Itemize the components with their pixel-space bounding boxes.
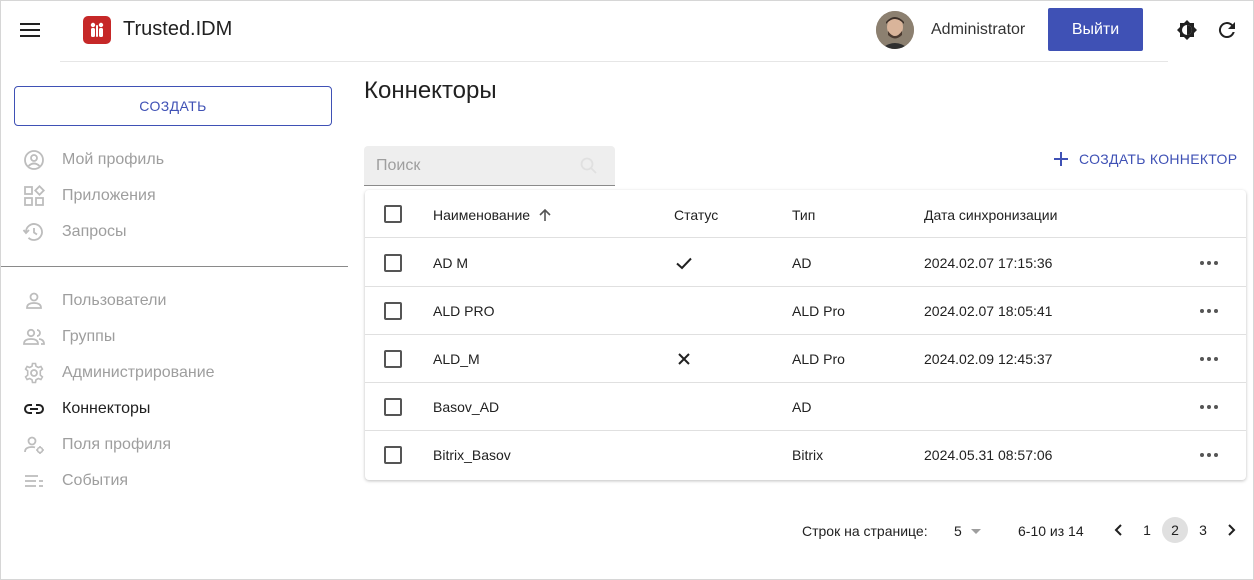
connector-sync-date: 2024.02.07 17:15:36 <box>924 255 1053 271</box>
more-icon[interactable] <box>1197 253 1221 273</box>
sidebar-divider <box>1 266 348 267</box>
avatar[interactable] <box>876 11 914 49</box>
connector-sync-date: 2024.02.07 18:05:41 <box>924 303 1053 319</box>
table-row[interactable]: Bitrix_Basov Bitrix 2024.05.31 08:57:06 <box>365 431 1246 479</box>
connector-name: Basov_AD <box>433 399 500 415</box>
logout-button[interactable]: Выйти <box>1048 8 1143 51</box>
connector-sync-date: 2024.05.31 08:57:06 <box>924 447 1053 463</box>
sidebar-item-label: Приложения <box>62 187 156 204</box>
sidebar-item-groups[interactable]: Группы <box>0 319 348 355</box>
select-all-checkbox[interactable] <box>384 205 402 223</box>
connector-type: AD <box>792 399 812 415</box>
more-icon[interactable] <box>1197 349 1221 369</box>
user-name: Administrator <box>931 21 1026 38</box>
sidebar-item-label: Мой профиль <box>62 151 165 168</box>
connector-name: Bitrix_Basov <box>433 447 511 463</box>
search-field[interactable] <box>364 146 615 186</box>
sidebar-item-users[interactable]: Пользователи <box>0 283 348 319</box>
rows-per-page-label: Строк на странице: <box>802 523 928 539</box>
more-icon[interactable] <box>1197 301 1221 321</box>
account-circle-icon <box>22 148 46 172</box>
page-title: Коннекторы <box>364 77 497 104</box>
refresh-icon[interactable] <box>1215 18 1239 42</box>
link-icon <box>22 397 46 421</box>
row-checkbox[interactable] <box>384 350 402 368</box>
connector-type: Bitrix <box>792 447 824 463</box>
row-checkbox[interactable] <box>384 398 402 416</box>
table-header-row: Наименование Статус Тип Дата синхронизац… <box>365 190 1246 238</box>
next-page-icon[interactable] <box>1218 517 1244 543</box>
connector-sync-date: 2024.02.09 12:45:37 <box>924 351 1053 367</box>
sidebar-item-applications[interactable]: Приложения <box>0 178 348 214</box>
arrow-up-icon[interactable] <box>537 207 553 223</box>
table-row[interactable]: Basov_AD AD <box>365 383 1246 431</box>
sidebar-item-administration[interactable]: Администрирование <box>0 355 348 391</box>
sidebar-item-label: Запросы <box>62 223 127 240</box>
apps-icon <box>22 184 46 208</box>
connector-type: AD <box>792 255 812 271</box>
theme-toggle-icon[interactable] <box>1175 18 1199 42</box>
person-settings-icon <box>22 433 46 457</box>
app-title: Trusted.IDM <box>123 18 233 40</box>
page-range: 6-10 из 14 <box>1018 523 1084 539</box>
plus-icon <box>1054 152 1068 166</box>
table-row[interactable]: ALD_M ALD Pro 2024.02.09 12:45:37 <box>365 335 1246 383</box>
row-checkbox[interactable] <box>384 446 402 464</box>
prev-page-icon[interactable] <box>1106 517 1132 543</box>
rows-per-page-select[interactable]: 5 <box>946 516 986 546</box>
sidebar-item-label: Группы <box>62 328 116 345</box>
connector-name: ALD PRO <box>433 303 495 319</box>
sidebar-item-label: Коннекторы <box>62 400 151 417</box>
column-header-name[interactable]: Наименование <box>433 207 530 223</box>
dropdown-arrow-icon <box>968 523 984 539</box>
table-row[interactable]: AD M AD 2024.02.07 17:15:36 <box>365 239 1246 287</box>
app-header: Trusted.IDM Administrator Выйти <box>0 0 1254 62</box>
event-list-icon <box>22 469 46 493</box>
create-connector-button[interactable]: СОЗДАТЬ КОННЕКТОР <box>1052 148 1237 170</box>
search-input[interactable] <box>364 146 574 185</box>
row-checkbox[interactable] <box>384 254 402 272</box>
history-icon <box>22 220 46 244</box>
column-header-status[interactable]: Статус <box>674 207 718 223</box>
search-icon[interactable] <box>579 156 599 176</box>
people-icon <box>22 325 46 349</box>
connector-type: ALD Pro <box>792 303 845 319</box>
gear-icon <box>22 361 46 385</box>
menu-icon[interactable] <box>18 18 42 42</box>
connector-type: ALD Pro <box>792 351 845 367</box>
table-row[interactable]: ALD PRO ALD Pro 2024.02.07 18:05:41 <box>365 287 1246 335</box>
sidebar-item-label: События <box>62 472 129 489</box>
page-button-1[interactable]: 1 <box>1134 517 1160 543</box>
person-icon <box>22 289 46 313</box>
sidebar-item-profile-fields[interactable]: Поля профиля <box>0 427 348 463</box>
create-connector-label: СОЗДАТЬ КОННЕКТОР <box>1079 151 1238 167</box>
sidebar-item-events[interactable]: События <box>0 463 348 499</box>
column-header-sync-date[interactable]: Дата синхронизации <box>924 207 1057 223</box>
create-button[interactable]: СОЗДАТЬ <box>14 86 332 126</box>
connectors-table: Наименование Статус Тип Дата синхронизац… <box>365 190 1246 480</box>
row-checkbox[interactable] <box>384 302 402 320</box>
sidebar-item-label: Поля профиля <box>62 436 172 453</box>
app-logo[interactable] <box>83 16 111 44</box>
check-icon <box>674 253 694 273</box>
more-icon[interactable] <box>1197 397 1221 417</box>
page-button-3[interactable]: 3 <box>1190 517 1216 543</box>
sidebar-item-label: Администрирование <box>62 364 215 381</box>
sidebar-item-my-profile[interactable]: Мой профиль <box>0 142 348 178</box>
page-button-2[interactable]: 2 <box>1162 517 1188 543</box>
sidebar-item-label: Пользователи <box>62 292 167 309</box>
column-header-type[interactable]: Тип <box>792 207 815 223</box>
more-icon[interactable] <box>1197 445 1221 465</box>
close-icon <box>674 349 694 369</box>
header-divider <box>60 61 1168 62</box>
connector-name: ALD_M <box>433 351 480 367</box>
sidebar-item-connectors[interactable]: Коннекторы <box>0 391 348 427</box>
sidebar-item-requests[interactable]: Запросы <box>0 214 348 250</box>
connector-name: AD M <box>433 255 468 271</box>
rows-per-page-value: 5 <box>954 523 962 539</box>
